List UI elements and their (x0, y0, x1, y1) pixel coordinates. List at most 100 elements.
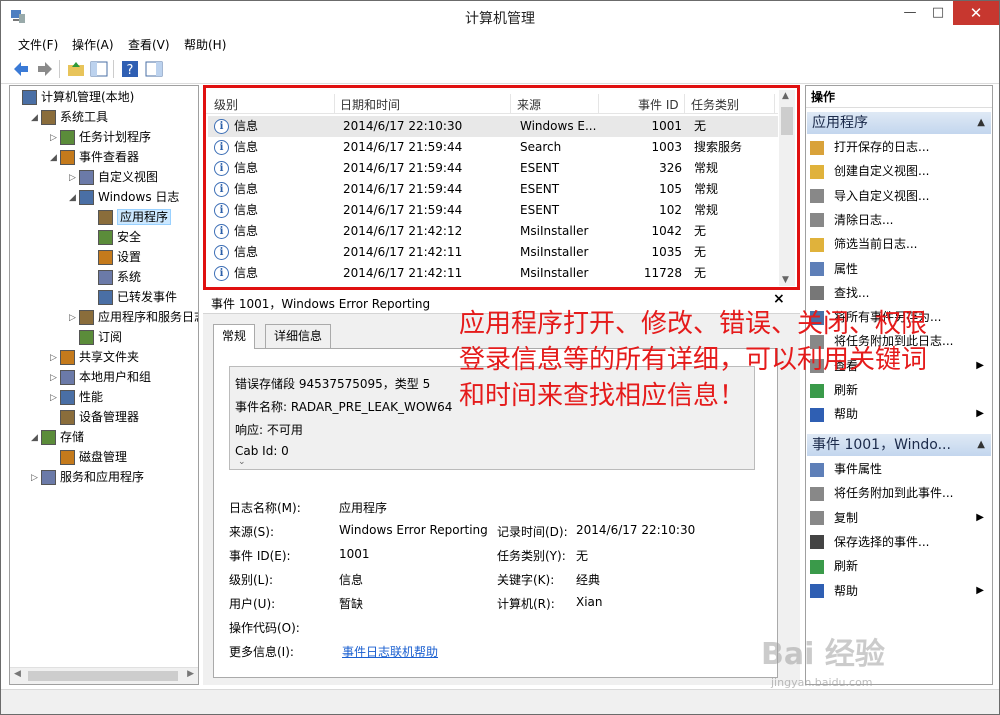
description-scrollbar[interactable]: ⌄ (235, 367, 251, 469)
action-item[interactable]: 属性 (810, 258, 858, 280)
tree-node[interactable]: 设备管理器 (50, 407, 139, 427)
actions-group-event[interactable]: 事件 1001，Windo... ▲ (807, 434, 991, 456)
expander-icon[interactable]: ▷ (69, 308, 79, 328)
expander-icon[interactable]: ◢ (31, 108, 41, 128)
scroll-right-icon[interactable]: ▶ (187, 669, 194, 679)
expander-icon[interactable]: ▷ (69, 168, 79, 188)
menu-view[interactable]: 查看(V) (128, 36, 170, 53)
tree-horizontal-scrollbar[interactable]: ◀ ▶ (10, 667, 198, 684)
tree-node-icon (79, 170, 94, 185)
show-hide-console-tree-icon[interactable] (89, 59, 109, 79)
action-item[interactable]: 帮助 (810, 580, 858, 602)
scroll-thumb[interactable] (28, 671, 178, 681)
action-item[interactable]: 清除日志... (810, 209, 893, 231)
action-item[interactable]: 查找... (810, 282, 869, 304)
group-label: 事件 1001，Windo... (812, 437, 951, 453)
action-item[interactable]: 打开保存的日志... (810, 136, 929, 158)
scroll-left-icon[interactable]: ◀ (14, 669, 21, 679)
tree-node[interactable]: ▷ 性能 (50, 387, 103, 407)
menu-file[interactable]: 文件(F) (18, 36, 58, 53)
event-datetime: 2014/6/17 21:59:44 (343, 203, 463, 217)
action-item[interactable]: 刷新 (810, 555, 858, 577)
more-info-link[interactable]: 事件日志联机帮助 (342, 643, 438, 660)
tree-node[interactable]: 计算机管理(本地) (12, 87, 134, 107)
tree-node[interactable]: 已转发事件 (88, 287, 177, 307)
action-item[interactable]: 筛选当前日志... (810, 233, 917, 255)
keywords-label: 关键字(K): (497, 573, 555, 587)
tree-node[interactable]: ▷ 共享文件夹 (50, 347, 139, 367)
event-row[interactable]: i 信息 2014/6/17 22:10:30 Windows E... 1001 无 (208, 116, 778, 137)
tree-node[interactable]: 订阅 (69, 327, 122, 347)
tree-node[interactable]: ▷ 本地用户和组 (50, 367, 151, 387)
maximize-button[interactable]: □ (923, 1, 953, 25)
collapse-up-icon[interactable]: ▲ (977, 434, 985, 456)
tree-node[interactable]: 安全 (88, 227, 141, 247)
event-row[interactable]: i 信息 2014/6/17 21:59:44 ESENT 326 常规 (208, 158, 778, 179)
column-level[interactable]: 级别 (214, 96, 238, 113)
action-item[interactable]: 事件属性 (810, 458, 882, 480)
event-row[interactable]: i 信息 2014/6/17 21:42:11 MsiInstaller 11728 无 (208, 263, 778, 284)
tree-node[interactable]: ▷ 服务和应用程序 (31, 467, 144, 487)
action-item[interactable]: 创建自定义视图... (810, 160, 929, 182)
column-datetime[interactable]: 日期和时间 (340, 96, 400, 113)
scroll-down-icon[interactable]: ▼ (782, 275, 789, 285)
action-icon (810, 286, 824, 301)
help-icon[interactable]: ? (120, 59, 140, 79)
tree-node[interactable]: 磁盘管理 (50, 447, 127, 467)
event-row[interactable]: i 信息 2014/6/17 21:59:44 ESENT 102 常规 (208, 200, 778, 221)
actions-group-application[interactable]: 应用程序 ▲ (807, 112, 991, 134)
tree-node-icon (41, 470, 56, 485)
minimize-button[interactable]: — (895, 1, 925, 25)
action-item[interactable]: 复制 (810, 507, 858, 529)
expander-icon[interactable]: ▷ (31, 468, 41, 488)
up-folder-icon[interactable] (66, 59, 86, 79)
scroll-thumb[interactable] (781, 107, 793, 135)
tree-node[interactable]: ◢ 事件查看器 (50, 147, 139, 167)
menu-help[interactable]: 帮助(H) (184, 36, 226, 53)
tree-node[interactable]: ◢ 存储 (31, 427, 84, 447)
tree-node[interactable]: 设置 (88, 247, 141, 267)
tree-node[interactable]: 应用程序 (88, 207, 172, 227)
expander-icon[interactable]: ▷ (50, 348, 60, 368)
tree-node[interactable]: 系统 (88, 267, 141, 287)
action-item[interactable]: 将任务附加到此事件... (810, 482, 953, 504)
close-button[interactable]: ✕ (953, 1, 999, 25)
collapse-up-icon[interactable]: ▲ (977, 112, 985, 134)
event-row[interactable]: i 信息 2014/6/17 21:42:11 MsiInstaller 1035 无 (208, 242, 778, 263)
tree-node-label: 任务计划程序 (79, 130, 152, 144)
event-row[interactable]: i 信息 2014/6/17 21:59:44 Search 1003 搜索服务 (208, 137, 778, 158)
tree-node[interactable]: ◢ Windows 日志 (69, 187, 179, 207)
action-item[interactable]: 保存选择的事件... (810, 531, 929, 553)
submenu-arrow-icon[interactable]: ▶ (976, 512, 984, 523)
column-task-category[interactable]: 任务类别 (691, 96, 739, 113)
expander-icon[interactable]: ◢ (31, 428, 41, 448)
menu-action[interactable]: 操作(A) (72, 36, 114, 53)
event-list-scrollbar[interactable]: ▲ ▼ (779, 90, 795, 286)
expander-icon[interactable]: ▷ (50, 388, 60, 408)
level-label: 级别(L): (229, 573, 274, 587)
tree-node[interactable]: ▷ 自定义视图 (69, 167, 158, 187)
scroll-up-icon[interactable]: ▲ (782, 91, 789, 101)
action-item[interactable]: 导入自定义视图... (810, 185, 929, 207)
chevron-down-icon[interactable]: ⌄ (238, 457, 246, 467)
forward-arrow-icon[interactable] (35, 59, 55, 79)
expander-icon[interactable]: ▷ (50, 368, 60, 388)
column-source[interactable]: 来源 (517, 96, 541, 113)
expander-icon[interactable]: ◢ (69, 188, 79, 208)
expander-icon[interactable]: ◢ (50, 148, 60, 168)
show-hide-action-pane-icon[interactable] (144, 59, 164, 79)
action-icon (810, 511, 824, 526)
tab-details[interactable]: 详细信息 (265, 324, 332, 348)
tree-node[interactable]: ▷ 应用程序和服务日志 (69, 307, 198, 328)
expander-icon[interactable]: ▷ (50, 128, 60, 148)
event-row[interactable]: i 信息 2014/6/17 21:59:44 ESENT 105 常规 (208, 179, 778, 200)
tree-node[interactable]: ◢ 系统工具 (31, 107, 108, 127)
submenu-arrow-icon[interactable]: ▶ (976, 585, 984, 596)
detail-close-button[interactable]: × (773, 291, 785, 307)
event-row[interactable]: i 信息 2014/6/17 21:42:12 MsiInstaller 1042 无 (208, 221, 778, 242)
action-label: 将任务附加到此事件... (834, 486, 954, 501)
column-event-id[interactable]: 事件 ID (638, 96, 679, 113)
tab-general[interactable]: 常规 (213, 324, 256, 349)
tree-node[interactable]: ▷ 任务计划程序 (50, 127, 151, 147)
back-arrow-icon[interactable] (11, 59, 31, 79)
